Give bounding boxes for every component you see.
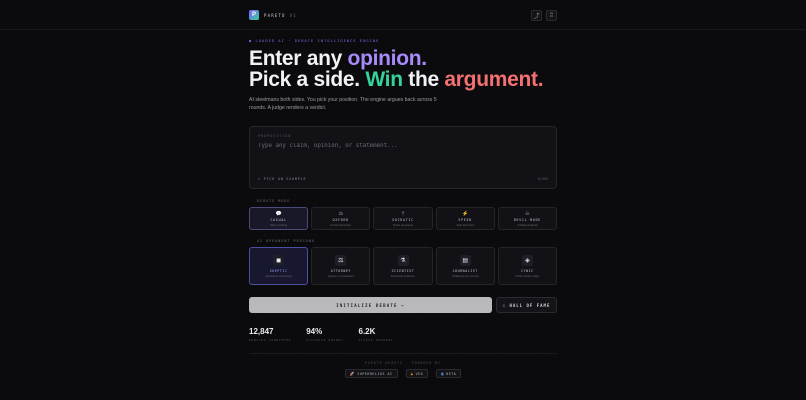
proposition-box: PROPOSITION ✎ PICK AN EXAMPLE 0/500	[249, 126, 557, 189]
stats-row: 12,847 DEBATES COMPLETED 94% ACCURATE RO…	[249, 327, 393, 342]
mode-desc: Formal structure	[330, 222, 351, 227]
skeptic-icon: ◼	[273, 254, 285, 266]
trophy-icon[interactable]: ♖	[546, 9, 557, 21]
pick-example-button[interactable]: ✎ PICK AN EXAMPLE	[258, 177, 306, 181]
mode-socratic[interactable]: † SOCRATIC Probe questions	[373, 207, 433, 230]
badge-superhelios[interactable]: 🚀 SUPERHELIOS AI	[344, 369, 398, 378]
mode-name: OXFORD	[332, 217, 349, 222]
persona-journalist[interactable]: ▤ JOURNALIST Challenges by source	[435, 247, 495, 285]
footer-text: PARETO DEBATE · POWERED BY	[365, 361, 441, 365]
persona-attorney[interactable]: ⚖ ATTORNEY Argues on precedent	[311, 247, 371, 285]
chat-icon: 💬	[275, 210, 282, 217]
mode-oxford[interactable]: ⚖ OXFORD Formal structure	[311, 207, 371, 230]
stat-value: 12,847	[249, 327, 274, 336]
persona-skeptic[interactable]: ◼ SKEPTIC Questions everything	[249, 247, 309, 285]
mode-speed[interactable]: ⚡ SPEED Fast and brief	[435, 207, 495, 230]
badge-veo[interactable]: ▲ VEO	[405, 369, 429, 378]
stat-label: ACTIVE ARGUERS	[358, 338, 394, 342]
stat-label: ACCURATE ROUNDS	[306, 338, 344, 342]
square-icon: ▣	[441, 371, 445, 376]
badge-label: BETA	[446, 371, 457, 376]
mode-desc: Start soothing	[269, 222, 288, 227]
persona-name: CYNIC	[521, 268, 534, 273]
footer-divider	[249, 353, 557, 354]
mode-name: SOCRATIC	[392, 217, 414, 222]
rocket-icon: 🚀	[349, 371, 356, 376]
persona-desc: Demands evidence	[391, 273, 415, 278]
initialize-debate-button[interactable]: INITIALIZE DEBATE →	[249, 297, 492, 313]
hero-subtitle: AI steelmans both sides. You pick your p…	[249, 97, 437, 111]
brand-name: PARETO V1	[264, 13, 297, 18]
brand-label: PARETO	[264, 12, 286, 18]
stat-debates: 12,847 DEBATES COMPLETED	[249, 327, 291, 342]
stat-label: DEBATES COMPLETED	[249, 338, 292, 342]
debate-mode-label: DEBATE MODE	[257, 199, 291, 203]
skull-icon: ☠	[525, 210, 530, 217]
hero-headline: Enter any opinion. Pick a side. Win the …	[249, 47, 544, 91]
stat-arguers: 6.2K ACTIVE ARGUERS	[359, 327, 394, 342]
headline-text: the	[402, 68, 445, 91]
stat-accuracy: 94% ACCURATE ROUNDS	[306, 327, 343, 342]
stat-value: 6.2K	[358, 327, 376, 336]
persona-name: SKEPTIC	[269, 268, 288, 273]
version-label: V1	[289, 12, 297, 18]
mode-devil[interactable]: ☠ DEVIL MODE Unfiltered attack	[497, 207, 558, 230]
persona-label: AI OPPONENT PERSONA	[257, 239, 315, 243]
scales-icon: ⚖	[338, 210, 344, 217]
triangle-icon: ▲	[410, 371, 414, 376]
headline-text: Enter any	[249, 47, 348, 70]
dagger-icon: †	[401, 210, 405, 217]
badge-label: SUPERHELIOS AI	[357, 371, 393, 376]
headline-highlight-win: Win	[365, 68, 403, 91]
badge-beta[interactable]: ▣ BETA	[436, 369, 462, 378]
mode-desc: Unfiltered attack	[517, 222, 538, 227]
headline-highlight-argument: argument.	[444, 68, 544, 91]
hall-of-fame-button[interactable]: ♖ HALL OF FAME	[496, 297, 557, 313]
proposition-input[interactable]	[258, 143, 548, 173]
mode-desc: Fast and brief	[456, 222, 474, 227]
persona-name: JOURNALIST	[452, 268, 478, 273]
badge-label: VEO	[415, 371, 424, 376]
newspaper-icon: ▤	[459, 254, 471, 266]
mode-name: DEVIL MODE	[513, 217, 542, 222]
attorney-icon: ⚖	[335, 254, 347, 266]
header-divider	[0, 29, 806, 30]
footer-badges: 🚀 SUPERHELIOS AI ▲ VEO ▣ BETA	[0, 369, 806, 378]
persona-options: ◼ SKEPTIC Questions everything ⚖ ATTORNE…	[249, 247, 558, 285]
persona-desc: Argues on precedent	[327, 273, 354, 278]
persona-desc: Questions everything	[265, 273, 292, 278]
persona-desc: Finds hidden angle	[515, 273, 540, 278]
mode-casual[interactable]: 💬 CASUAL Start soothing	[249, 207, 309, 230]
lightning-icon: ⚡	[462, 210, 469, 217]
stat-value: 94%	[306, 327, 323, 336]
persona-scientist[interactable]: ⚗ SCIENTIST Demands evidence	[373, 247, 433, 285]
debate-mode-options: 💬 CASUAL Start soothing ⚖ OXFORD Formal …	[249, 207, 558, 230]
link-icon[interactable]: ⤴	[531, 9, 542, 21]
mode-name: CASUAL	[270, 217, 287, 222]
eyebrow-label: ● LOADED AI · DEBATE INTELLIGENCE ENGINE	[249, 39, 380, 43]
top-bar: P PARETO V1 ⤴ ♖	[249, 9, 557, 21]
persona-name: ATTORNEY	[330, 268, 351, 273]
action-row: INITIALIZE DEBATE → ♖ HALL OF FAME	[249, 297, 557, 313]
persona-name: SCIENTIST	[391, 268, 415, 273]
flask-icon: ⚗	[397, 254, 409, 266]
mode-desc: Probe questions	[392, 222, 414, 227]
headline-highlight-opinion: opinion.	[347, 47, 428, 70]
persona-cynic[interactable]: ◈ CYNIC Finds hidden angle	[497, 247, 558, 285]
mode-name: SPEED	[458, 217, 473, 222]
logo-icon[interactable]: P	[249, 10, 259, 20]
headline-text: Pick a side.	[249, 68, 366, 91]
cynic-icon: ◈	[521, 254, 533, 266]
top-actions: ⤴ ♖	[531, 9, 557, 21]
persona-desc: Challenges by source	[451, 273, 479, 278]
proposition-label: PROPOSITION	[258, 134, 292, 138]
character-counter: 0/500	[537, 177, 548, 181]
